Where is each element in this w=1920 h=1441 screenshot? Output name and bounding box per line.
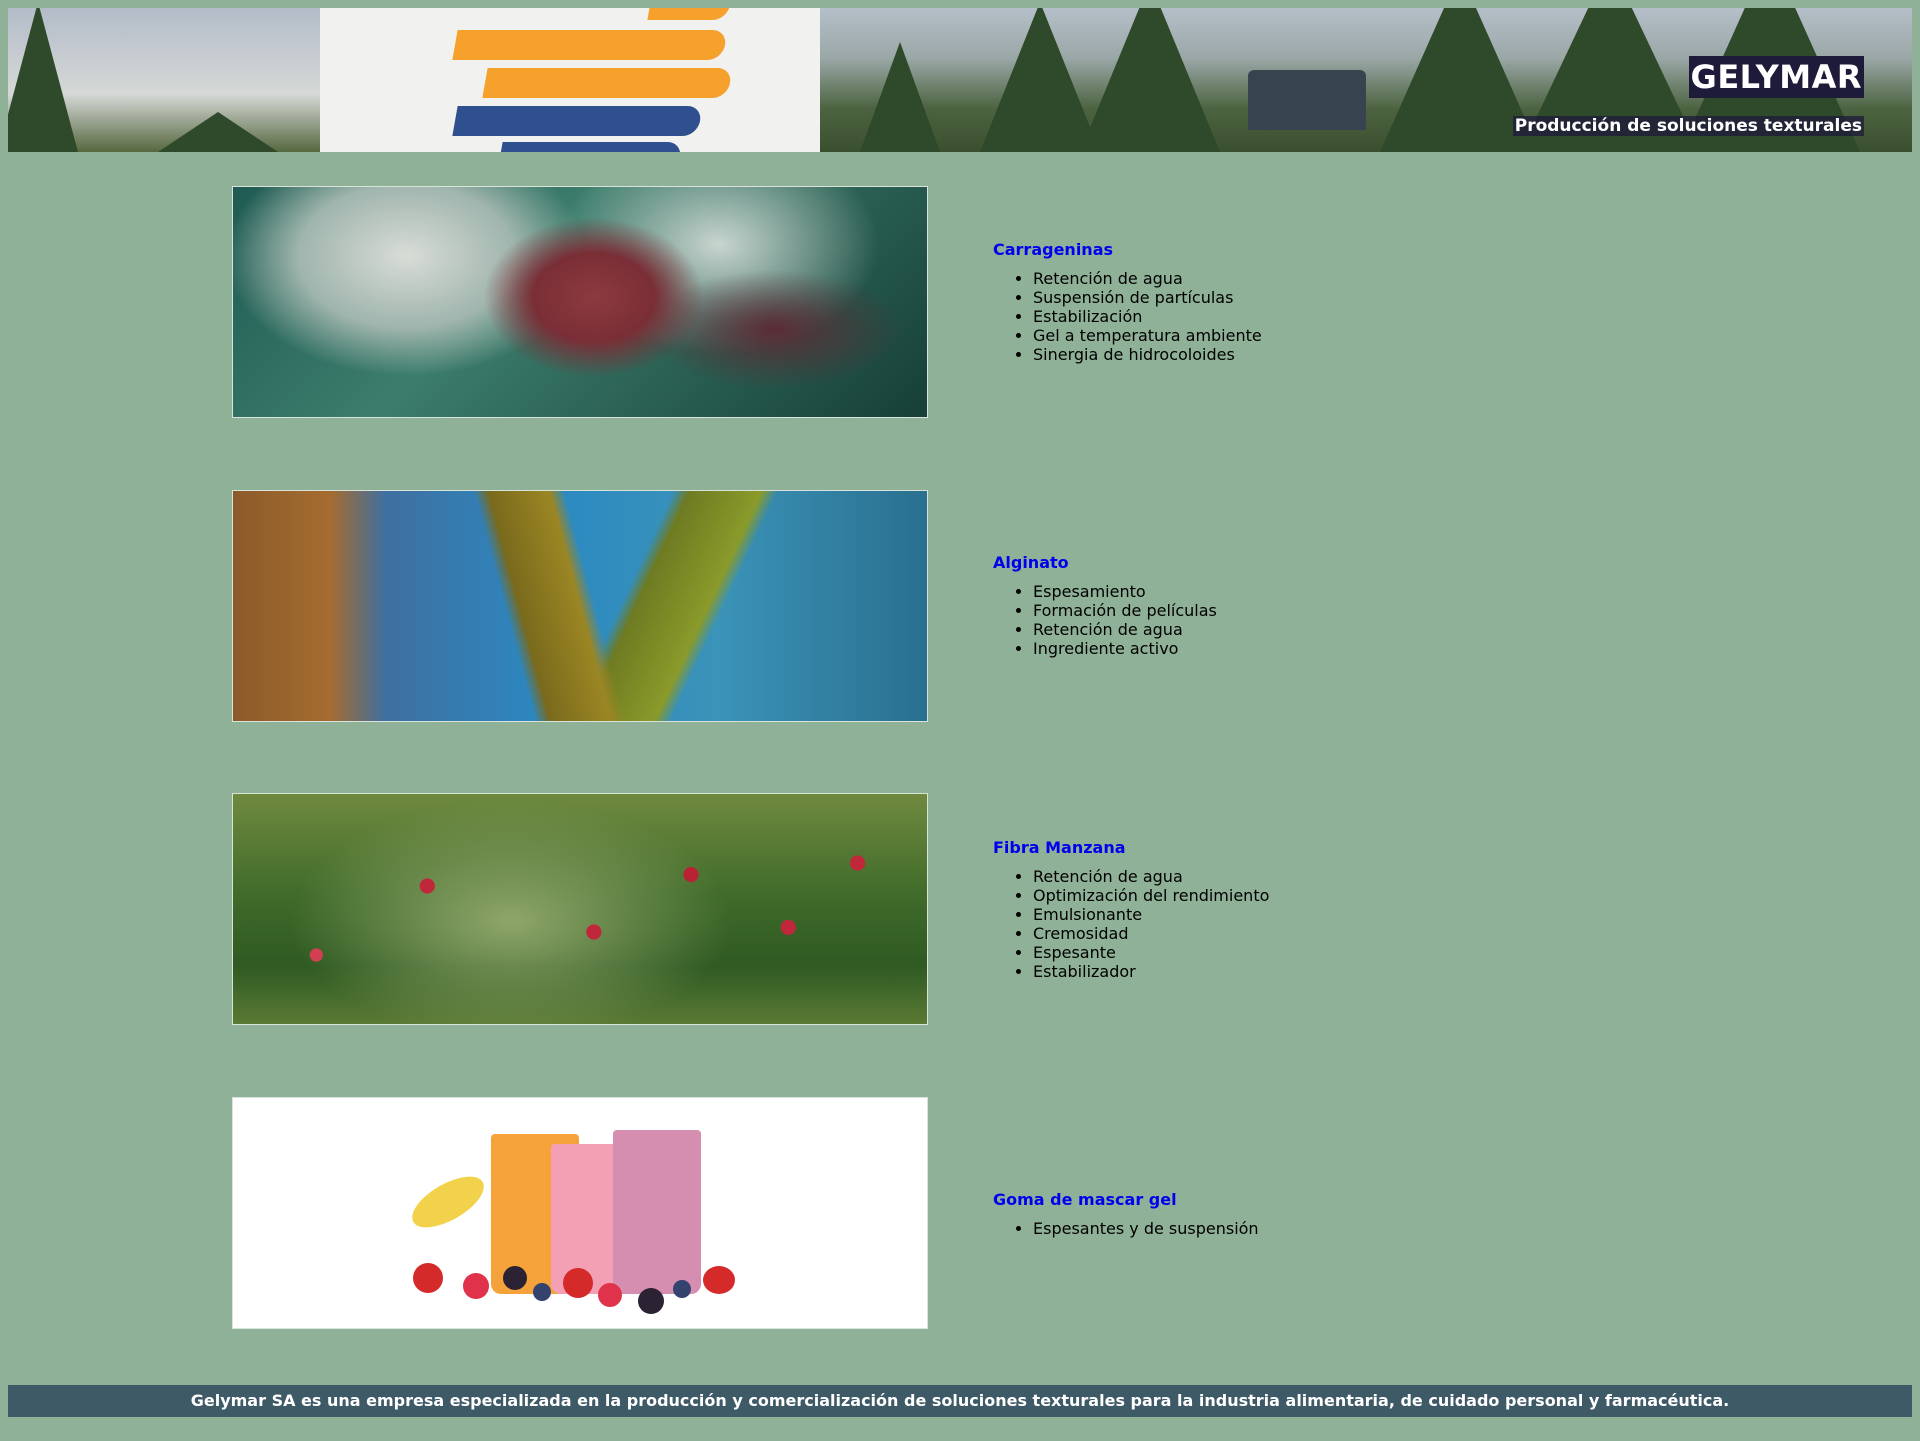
blueberry-graphic	[533, 1283, 551, 1301]
berry-smoothie-glass	[613, 1130, 701, 1294]
product-image-goma-de-mascar-gel	[232, 1097, 928, 1329]
site-subtitle: Producción de soluciones texturales	[1512, 116, 1864, 136]
product-info-fibra-manzana: Fibra Manzana Retención de agua Optimiza…	[993, 838, 1269, 981]
product-title-link[interactable]: Goma de mascar gel	[993, 1190, 1259, 1209]
list-item: Ingrediente activo	[1033, 639, 1217, 658]
list-item: Retención de agua	[1033, 867, 1269, 886]
blueberry-graphic	[673, 1280, 691, 1298]
list-item: Sinergia de hidrocoloides	[1033, 345, 1262, 364]
list-item: Retención de agua	[1033, 269, 1262, 288]
product-image-carrageninas	[232, 186, 928, 418]
feature-list: Retención de agua Optimización del rendi…	[993, 867, 1269, 981]
product-info-alginato: Alginato Espesamiento Formación de pelíc…	[993, 553, 1217, 658]
logo-stripe-orange	[452, 30, 728, 60]
raspberry-graphic	[598, 1283, 622, 1307]
footer-description: Gelymar SA es una empresa especializada …	[8, 1385, 1912, 1417]
product-title-link[interactable]: Fibra Manzana	[993, 838, 1269, 857]
list-item: Espesantes y de suspensión	[1033, 1219, 1259, 1238]
tree-graphic	[860, 42, 940, 152]
logo-panel	[320, 8, 820, 152]
strawberry-graphic	[563, 1268, 593, 1298]
product-image-alginato	[232, 490, 928, 722]
list-item: Retención de agua	[1033, 620, 1217, 639]
product-image-fibra-manzana	[232, 793, 928, 1025]
list-item: Cremosidad	[1033, 924, 1269, 943]
logo-stripe-orange	[482, 68, 733, 98]
logo-stripe-blue	[452, 106, 703, 136]
header-banner: GELYMAR Producción de soluciones textura…	[8, 8, 1912, 152]
tree-graphic	[158, 112, 278, 152]
list-item: Optimización del rendimiento	[1033, 886, 1269, 905]
tree-graphic	[1080, 8, 1220, 152]
list-item: Estabilizador	[1033, 962, 1269, 981]
list-item: Estabilización	[1033, 307, 1262, 326]
list-item: Gel a temperatura ambiente	[1033, 326, 1262, 345]
feature-list: Espesamiento Formación de películas Rete…	[993, 582, 1217, 658]
strawberry-graphic	[703, 1266, 735, 1294]
raspberry-graphic	[463, 1273, 489, 1299]
product-title-link[interactable]: Alginato	[993, 553, 1217, 572]
blackberry-graphic	[503, 1266, 527, 1290]
product-info-goma-de-mascar-gel: Goma de mascar gel Espesantes y de suspe…	[993, 1190, 1259, 1238]
banner-landscape-left	[8, 8, 320, 152]
list-item: Suspensión de partículas	[1033, 288, 1262, 307]
logo-stripe-orange	[647, 8, 733, 20]
list-item: Espesante	[1033, 943, 1269, 962]
banana-graphic	[404, 1166, 492, 1238]
blackberry-graphic	[638, 1288, 664, 1314]
list-item: Espesamiento	[1033, 582, 1217, 601]
list-item: Emulsionante	[1033, 905, 1269, 924]
feature-list: Espesantes y de suspensión	[993, 1219, 1259, 1238]
tree-graphic	[8, 8, 78, 152]
product-title-link[interactable]: Carrageninas	[993, 240, 1262, 259]
list-item: Formación de películas	[1033, 601, 1217, 620]
feature-list: Retención de agua Suspensión de partícul…	[993, 269, 1262, 364]
strawberry-graphic	[413, 1263, 443, 1293]
building-graphic	[1248, 70, 1366, 130]
site-title: GELYMAR	[1688, 56, 1864, 98]
product-info-carrageninas: Carrageninas Retención de agua Suspensió…	[993, 240, 1262, 364]
logo-stripe-blue	[497, 142, 683, 152]
